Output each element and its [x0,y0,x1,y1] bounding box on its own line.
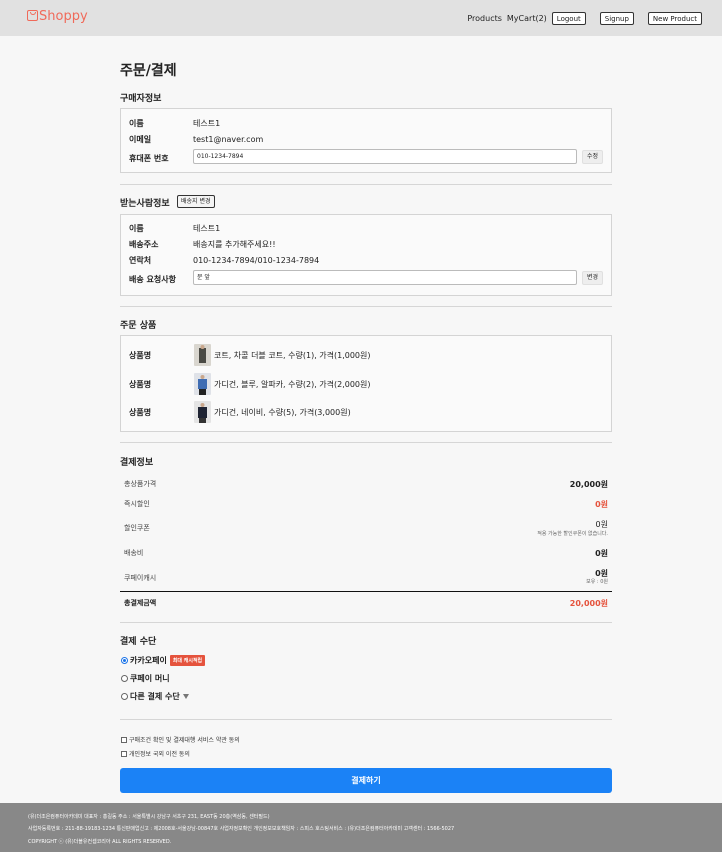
buyer-info-box: 이름 테스트1 이메일 test1@naver.com 휴대폰 번호 010-1… [120,108,612,173]
receiver-contact-value: 010-1234-7894/010-1234-7894 [193,256,320,265]
buyer-email-value: test1@naver.com [193,135,264,144]
buyer-phone-edit-button[interactable]: 수정 [582,150,603,164]
divider [120,306,612,307]
signup-button[interactable]: Signup [599,12,634,25]
buyer-name-label: 이름 [129,119,144,128]
order-item-label: 상품명 [129,407,152,417]
cash-label: 쿠페이캐시 [124,574,157,582]
buyer-section-title: 구매자정보 [120,94,162,104]
order-item-text: 가디건, 블루, 알파카, 수량(2), 가격(2,000원) [214,379,371,389]
receiver-info-box: 이름 테스트1 배송주소 배송지를 추가해주세요!! 연락처 010-1234-… [120,214,612,296]
instant-discount-value: 0원 [595,500,608,509]
nav-products-link[interactable]: Products [467,14,502,23]
divider [120,442,612,443]
agreement-terms[interactable]: 구매조건 확인 및 결제대행 서비스 약관 동의 [121,735,240,744]
receiver-contact-label: 연락처 [129,256,152,265]
divider [120,622,612,623]
total-price-label: 총상품가격 [124,480,157,488]
order-items-box: 상품명 코트, 차콜 더블 코트, 수량(1), 가격(1,000원) 상품명 … [120,335,612,432]
agreement-privacy[interactable]: 개인정보 국외 이전 동의 [121,749,190,758]
footer-copyright: COPYRIGHT ⓒ (유)더블유컨셉코리아 ALL RIGHTS RESER… [28,839,172,845]
payment-option-kakaopay[interactable]: 카카오페이 최대 캐시적립 [121,655,206,666]
agreement-label: 구매조건 확인 및 결제대행 서비스 약관 동의 [129,737,240,744]
receiver-contact-row: 연락처 010-1234-7894/010-1234-7894 [129,255,319,266]
delivery-request-label: 배송 요청사항 [129,275,176,284]
order-item: 상품명 가디건, 블루, 알파카, 수량(2), 가격(2,000원) [129,373,371,395]
receiver-name-value: 테스트1 [193,224,221,233]
payment-info-section-title: 결제정보 [120,458,154,468]
caret-down-icon[interactable] [182,694,189,699]
payment-method-section-title: 결제 수단 [120,637,157,647]
delivery-request-row: 배송 요청사항 [129,274,193,285]
receiver-address-label: 배송주소 [129,240,159,249]
coupon-value: 0원 [595,520,608,529]
shipping-label: 배송비 [124,549,144,557]
new-product-button[interactable]: New Product [647,12,702,25]
buyer-phone-row: 휴대폰 번호 [129,153,193,164]
buyer-email-label: 이메일 [129,135,152,144]
grand-total-label: 총결제금액 [124,599,157,607]
cash-note: 보유 : 0원 [586,579,608,585]
payment-option-label: 카카오페이 [130,656,167,665]
shopping-bag-icon [27,10,38,21]
payment-option-label: 다른 결제 수단 [130,692,180,701]
receiver-address-value: 배송지를 추가해주세요!! [193,240,276,249]
pay-button[interactable]: 결제하기 [120,768,612,793]
receiver-section-title: 받는사람정보 [120,199,170,209]
footer: (유)더조은컴퓨터아카데미 대표자 : 홍길동 주소 : 서울특별시 강남구 서… [0,803,722,852]
payment-option-other[interactable]: 다른 결제 수단 [121,691,189,702]
total-price-value: 20,000원 [569,480,608,489]
radio-icon[interactable] [121,675,128,682]
receiver-address-row: 배송주소 배송지를 추가해주세요!! [129,239,276,250]
logo-text: Shoppy [39,9,88,24]
checkbox-icon[interactable] [121,750,127,757]
footer-company-info: (유)더조은컴퓨터아카데미 대표자 : 홍길동 주소 : 서울특별시 강남구 서… [28,814,270,820]
delivery-request-input[interactable]: 문 앞 [193,270,577,285]
product-thumbnail [194,373,211,395]
order-item-label: 상품명 [129,379,152,389]
divider [120,184,612,185]
buyer-name-value: 테스트1 [193,119,221,128]
page-title: 주문/결제 [120,63,177,79]
logout-button[interactable]: Logout [551,12,586,25]
buyer-email-row: 이메일 test1@naver.com [129,134,263,145]
footer-business-info: 사업자등록번호 : 211-88-19183-1234 통신판매업신고 : 제2… [28,826,455,832]
checkbox-icon[interactable] [121,736,127,743]
grand-total-value: 20,000원 [569,599,608,608]
change-address-button[interactable]: 배송지 변경 [177,195,215,208]
agreement-label: 개인정보 국외 이전 동의 [129,751,190,758]
order-item-text: 가디건, 네이비, 수량(5), 가격(3,000원) [214,407,351,417]
coupon-label: 할인쿠폰 [124,524,150,532]
shipping-value: 0원 [595,549,608,558]
divider [120,719,612,720]
order-item-text: 코트, 차콜 더블 코트, 수량(1), 가격(1,000원) [214,350,371,360]
order-items-section-title: 주문 상품 [120,321,157,331]
order-item: 상품명 가디건, 네이비, 수량(5), 가격(3,000원) [129,401,351,423]
cash-reward-badge: 최대 캐시적립 [169,655,206,666]
radio-icon[interactable] [121,693,128,700]
product-thumbnail [194,344,211,366]
delivery-request-change-button[interactable]: 변경 [582,271,603,285]
nav-menu: Products MyCart(2) Logout Signup New Pro… [467,12,702,25]
payment-option-label: 쿠페이 머니 [130,674,170,683]
nav-cart-link[interactable]: MyCart(2) [507,14,547,23]
receiver-name-label: 이름 [129,224,144,233]
order-item: 상품명 코트, 차콜 더블 코트, 수량(1), 가격(1,000원) [129,344,371,366]
logo[interactable]: Shoppy [27,9,88,24]
top-navbar: Shoppy Products MyCart(2) Logout Signup … [0,0,722,36]
receiver-name-row: 이름 테스트1 [129,223,220,234]
instant-discount-label: 즉시할인 [124,500,150,508]
product-thumbnail [194,401,211,423]
radio-selected-icon[interactable] [121,657,128,664]
total-divider [120,591,612,592]
coupon-note: 적용 가능한 할인쿠폰이 없습니다. [537,531,608,537]
buyer-phone-label: 휴대폰 번호 [129,154,169,163]
payment-option-coupay-money[interactable]: 쿠페이 머니 [121,673,170,684]
buyer-phone-input[interactable]: 010-1234-7894 [193,149,577,164]
buyer-name-row: 이름 테스트1 [129,118,220,129]
order-item-label: 상품명 [129,350,152,360]
